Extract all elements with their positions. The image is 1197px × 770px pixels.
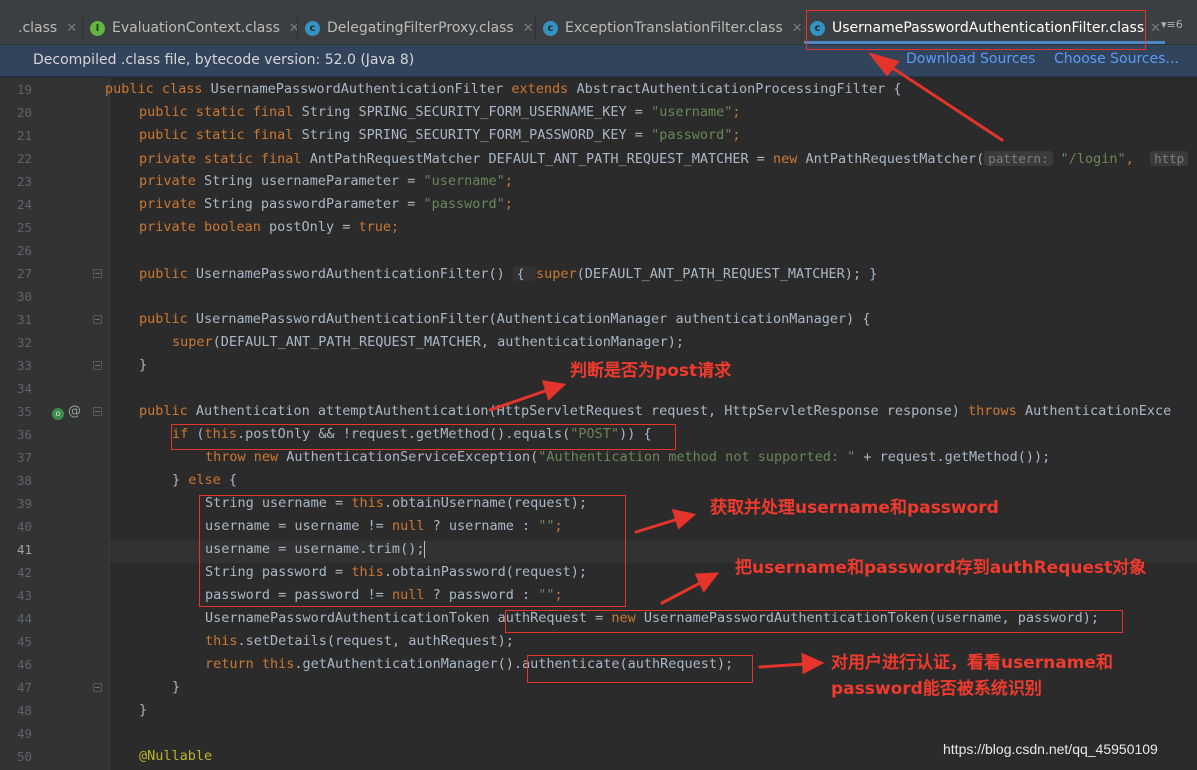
arrow-head xyxy=(541,380,567,401)
arrow-head xyxy=(801,652,825,675)
note-authenticate-line2: password能否被系统识别 xyxy=(831,679,1042,699)
note-post-check: 判断是否为post请求 xyxy=(570,361,732,381)
note-authenticate-line1: 对用户进行认证，看看username和 xyxy=(831,653,1113,673)
arrow-head xyxy=(694,572,720,593)
arrow-to-auth-request xyxy=(660,580,704,605)
arrow-head xyxy=(867,52,900,77)
arrow-to-active-tab xyxy=(883,61,1004,142)
watermark: https://blog.csdn.net/qq_45950109 xyxy=(943,741,1158,757)
arrow-head xyxy=(671,509,697,530)
arrow-to-authenticate xyxy=(758,662,807,669)
note-get-username-password: 获取并处理username和password xyxy=(710,498,999,518)
note-store-auth-request: 把username和password存到authRequest对象 xyxy=(735,558,1147,578)
arrow-to-post-check xyxy=(488,388,550,412)
arrow-to-username-password xyxy=(634,517,680,534)
